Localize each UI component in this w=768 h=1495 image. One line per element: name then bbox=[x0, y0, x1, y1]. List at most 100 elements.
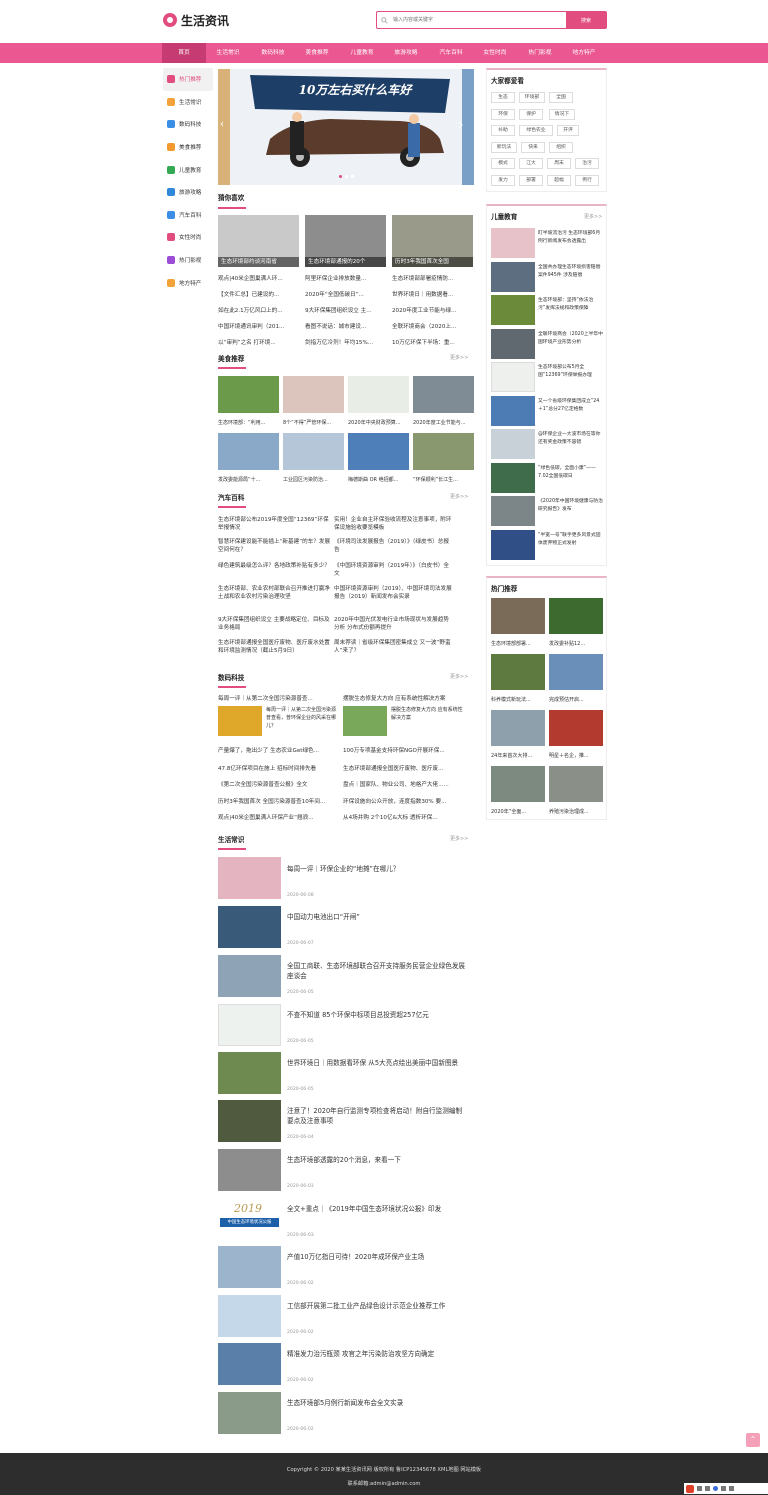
hot-image[interactable] bbox=[549, 766, 603, 802]
car-link[interactable]: 生态环境部、农业农村部联合召开推进打赢净土战和农业农村污染治理攻坚 bbox=[218, 585, 332, 601]
kids-image[interactable] bbox=[491, 262, 535, 292]
life-image[interactable] bbox=[218, 906, 281, 948]
food-image[interactable] bbox=[413, 433, 474, 470]
search-button[interactable]: 搜索 bbox=[566, 12, 606, 28]
nav-local[interactable]: 地方特产 bbox=[562, 43, 606, 63]
car-link[interactable]: 绿色建筑最级怎么评？各地政策补贴有多少？ bbox=[218, 562, 332, 570]
tag[interactable]: 补助 bbox=[491, 125, 515, 136]
food-image[interactable] bbox=[283, 433, 344, 470]
kids-image[interactable] bbox=[491, 329, 535, 359]
guess-card-caption[interactable]: 历时3年我国首次全国 bbox=[392, 257, 473, 267]
kids-text[interactable]: “半宽一号”联手更多风景式固体废弃物正式发射 bbox=[538, 532, 604, 556]
kids-text[interactable]: @环保企业一大波市场在等你 还有奖金政策不容错 bbox=[538, 431, 604, 455]
nav-movies[interactable]: 热门影视 bbox=[518, 43, 562, 63]
food-caption[interactable]: “环保顺利”长江生... bbox=[413, 476, 475, 483]
digital-top-link[interactable]: 摆脱生态修复大方向 应有系统性解决方案 bbox=[343, 694, 473, 702]
car-link[interactable]: 9大环保集团组织设立 主要战略定位、目标及业务格局 bbox=[218, 616, 332, 632]
digital-link[interactable]: 盘点｜国家队、物业公司、地格产大佬...... bbox=[343, 780, 473, 788]
guess-link[interactable]: 2020年度工业节能与绿... bbox=[392, 306, 474, 314]
digital-link[interactable]: 《第二次全国污染源普查公报》全文 bbox=[218, 780, 342, 788]
car-link[interactable]: 中国环境资源审判（2019）、中国环境司法发展报告（2019）新闻发布会实录 bbox=[334, 585, 452, 601]
nav-fashion[interactable]: 女性时尚 bbox=[473, 43, 517, 63]
tag[interactable]: 情况下 bbox=[549, 109, 575, 120]
food-image[interactable] bbox=[218, 433, 279, 470]
tag[interactable]: 全国 bbox=[549, 92, 573, 103]
tag[interactable]: 组织 bbox=[549, 142, 573, 153]
life-title[interactable]: 全国工商联、生态环境部联合召开支持服务民营企业绿色发展座谈会 bbox=[287, 961, 467, 981]
hot-image[interactable] bbox=[491, 710, 545, 746]
life-title[interactable]: 产值10万亿指日可待！2020年成环保产业主场 bbox=[287, 1252, 467, 1262]
tag[interactable]: 生态 bbox=[491, 92, 515, 103]
sidebar-item-kids[interactable]: 儿童教育 bbox=[163, 158, 213, 181]
digital-feature-image[interactable] bbox=[343, 706, 387, 736]
guess-card-caption[interactable]: 生态环境部约谈河南省 bbox=[218, 257, 299, 267]
digital-feature-image[interactable] bbox=[218, 706, 262, 736]
sidebar-item-hot[interactable]: 热门推荐 bbox=[163, 68, 213, 91]
food-image[interactable] bbox=[348, 376, 409, 413]
kids-text[interactable]: 又一个省级环保集团成立“24＋1”总分27亿定格数 bbox=[538, 398, 604, 422]
tag[interactable]: 环保 bbox=[491, 109, 515, 120]
kids-image[interactable] bbox=[491, 295, 535, 325]
sidebar-item-car[interactable]: 汽车百科 bbox=[163, 204, 213, 227]
tag[interactable]: 保护 bbox=[519, 109, 543, 120]
hot-caption[interactable]: 24年来首次大排... bbox=[491, 752, 546, 759]
hot-caption[interactable]: 生态环境部部署... bbox=[491, 640, 546, 647]
slider-dot[interactable] bbox=[338, 175, 342, 178]
sidebar-item-local[interactable]: 地方特产 bbox=[163, 271, 213, 294]
guess-card-caption[interactable]: 生态环境部通报的20个 bbox=[305, 257, 386, 267]
hot-caption[interactable]: 养殖污染治理成... bbox=[549, 808, 604, 815]
digital-feature-text[interactable]: 摆脱生态修复大方向 应有系统性解决方案 bbox=[391, 706, 467, 722]
kids-text[interactable]: 盯半坡流治污 生态环境部6月例行新闻发布会透露出 bbox=[538, 230, 604, 254]
sidebar-item-food[interactable]: 美食推荐 bbox=[163, 136, 213, 159]
tag[interactable]: 模式 bbox=[491, 158, 515, 169]
food-more-link[interactable]: 更多>> bbox=[450, 354, 468, 361]
life-title[interactable]: 注意了！2020年自行监测专项检查将启动！附自行监测编制要点及注意事项 bbox=[287, 1106, 467, 1126]
tag[interactable]: 快来 bbox=[521, 142, 545, 153]
life-image[interactable] bbox=[218, 1246, 281, 1288]
back-to-top-icon[interactable]: ⌃ bbox=[746, 1433, 760, 1447]
kids-text[interactable]: 全联环境商会（2020上半年中国环境产业形势分析 bbox=[538, 331, 604, 355]
kids-more-link[interactable]: 更多>> bbox=[584, 213, 602, 220]
nav-kids[interactable]: 儿童教育 bbox=[340, 43, 384, 63]
digital-more-link[interactable]: 更多>> bbox=[450, 673, 468, 680]
hot-image[interactable] bbox=[549, 654, 603, 690]
guess-link[interactable]: 9大环保集团组织设立 主... bbox=[305, 306, 387, 314]
digital-link[interactable]: 观点|40米企图巢满人环保产业“翘浪... bbox=[218, 813, 342, 821]
hot-image[interactable] bbox=[491, 766, 545, 802]
food-caption[interactable]: 2020年度工业节能与... bbox=[413, 419, 475, 426]
prev-arrow-icon[interactable]: ‹ bbox=[220, 119, 224, 130]
search-input[interactable] bbox=[391, 12, 566, 28]
life-image[interactable] bbox=[218, 1392, 281, 1434]
food-caption[interactable]: 生态环境部：“利用... bbox=[218, 419, 280, 426]
digital-link[interactable]: 产量爆了，拖出少了 生态农业Get绿色... bbox=[218, 746, 342, 754]
car-more-link[interactable]: 更多>> bbox=[450, 493, 468, 500]
guess-link[interactable]: 看图不说话：城市建设... bbox=[305, 322, 387, 330]
sidebar-item-fashion[interactable]: 女性时尚 bbox=[163, 226, 213, 249]
hot-image[interactable] bbox=[549, 710, 603, 746]
digital-link[interactable]: 环保设施向公众开放，连度指数30% 要... bbox=[343, 797, 473, 805]
hot-image[interactable] bbox=[491, 598, 545, 634]
life-image[interactable] bbox=[218, 955, 281, 997]
guess-link[interactable]: 剑指万亿冷剂！年均15%... bbox=[305, 338, 387, 346]
sidebar-item-digital[interactable]: 数码科技 bbox=[163, 113, 213, 136]
kids-image[interactable] bbox=[491, 496, 535, 526]
kids-image[interactable] bbox=[491, 429, 535, 459]
tag[interactable]: 超幅 bbox=[547, 175, 571, 186]
food-caption[interactable]: 工业园区污染防治... bbox=[283, 476, 345, 483]
guess-link[interactable]: 生态环境部部署疫情防... bbox=[392, 274, 474, 282]
sidebar-item-travel[interactable]: 旅游攻略 bbox=[163, 181, 213, 204]
tag[interactable]: 例行 bbox=[575, 175, 599, 186]
food-caption[interactable]: 2020年中央财政预算... bbox=[348, 419, 410, 426]
tag[interactable]: 治污 bbox=[575, 158, 599, 169]
guess-link[interactable]: 全联环境商会（2020上... bbox=[392, 322, 474, 330]
guess-link[interactable]: 中国环境通讯审判（201... bbox=[218, 322, 300, 330]
food-caption[interactable]: 梅德斯曲 OR 绝招都... bbox=[348, 476, 410, 483]
life-image[interactable] bbox=[218, 857, 281, 899]
tag[interactable]: 环境部 bbox=[519, 92, 545, 103]
digital-link[interactable]: 生态环境部通报全国医疗废物、医疗废... bbox=[343, 764, 473, 772]
guess-link[interactable]: 观点|40米企图巢满人环... bbox=[218, 274, 300, 282]
food-caption[interactable]: 8个“不得”严管环保... bbox=[283, 419, 345, 426]
tag[interactable]: 部署 bbox=[519, 175, 543, 186]
car-link[interactable]: 周末荐读｜省级环保集团密集成立 又一波“野蛮人”来了？ bbox=[334, 639, 452, 655]
tag[interactable]: 发力 bbox=[491, 175, 515, 186]
